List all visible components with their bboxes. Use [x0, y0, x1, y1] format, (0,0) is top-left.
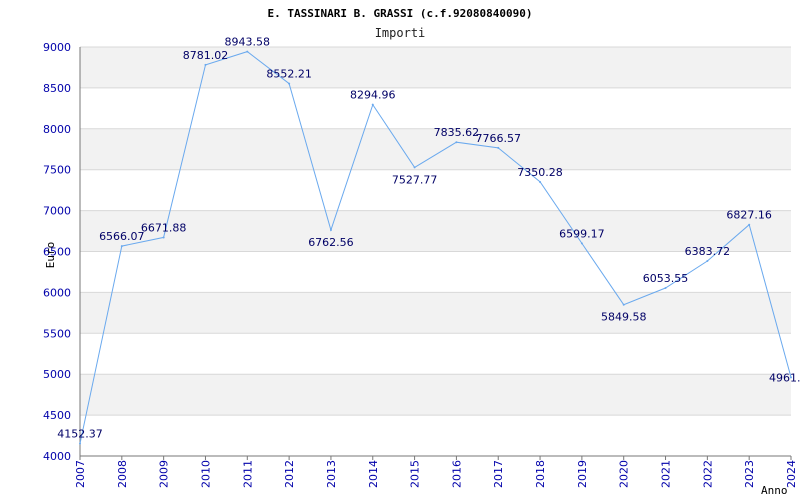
data-label: 5849.58	[601, 311, 647, 324]
data-point	[162, 236, 165, 239]
x-tick-label: 2007	[74, 460, 87, 488]
data-label: 6383.72	[685, 245, 731, 258]
x-tick-labels: 2007 2008 2009 2010 2011 2012 2013 2014 2015 2016…	[74, 460, 798, 488]
data-label: 4152.37	[57, 428, 103, 441]
data-label: 6762.56	[308, 236, 354, 249]
data-label: 7766.57	[475, 132, 521, 145]
data-point	[455, 141, 458, 144]
data-label: 8552.21	[266, 68, 312, 81]
y-tick-label: 4000	[43, 450, 71, 463]
line-chart: E. TASSINARI B. GRASSI (c.f.92080840090)…	[43, 7, 800, 497]
x-tick-label: 2023	[743, 460, 756, 488]
data-label: 8294.96	[350, 89, 396, 102]
y-tick-label: 9000	[43, 41, 71, 54]
x-tick-label: 2015	[409, 460, 422, 488]
x-tick-label: 2014	[367, 460, 380, 488]
data-label: 6599.17	[559, 227, 605, 240]
plot-band	[80, 374, 791, 416]
data-point	[539, 180, 542, 183]
data-point	[288, 82, 291, 85]
data-point	[748, 223, 751, 226]
data-point	[497, 146, 500, 149]
y-tick-label: 5500	[43, 327, 71, 340]
x-tick-label: 2017	[492, 460, 505, 488]
y-tick-label: 6000	[43, 286, 71, 299]
x-tick-label: 2010	[199, 460, 212, 488]
x-tick-label: 2016	[450, 460, 463, 488]
data-point	[664, 287, 667, 290]
data-point	[580, 242, 583, 245]
data-label: 6671.88	[141, 221, 187, 234]
x-tick-label: 2009	[158, 460, 171, 488]
data-point	[120, 245, 123, 248]
x-tick-label: 2020	[618, 460, 631, 488]
y-tick-label: 4500	[43, 409, 71, 422]
data-point	[706, 260, 709, 263]
x-tick-label: 2013	[325, 460, 338, 488]
x-tick-label: 2018	[534, 460, 547, 488]
y-tick-label: 5000	[43, 368, 71, 381]
data-point	[371, 103, 374, 106]
chart-title: E. TASSINARI B. GRASSI (c.f.92080840090)	[268, 7, 533, 20]
data-label: 8781.02	[183, 49, 229, 62]
data-label: 7527.77	[392, 173, 438, 186]
data-label: 6566.07	[99, 230, 145, 243]
data-point	[413, 166, 416, 169]
y-axis-label: Euro	[44, 242, 57, 269]
y-tick-label: 7500	[43, 164, 71, 177]
data-label: 6827.16	[726, 209, 772, 222]
data-label: 8943.58	[225, 36, 271, 49]
data-label: 4961.8	[769, 371, 800, 384]
x-tick-label: 2011	[241, 460, 254, 488]
data-point	[79, 442, 81, 445]
y-tick-label: 8000	[43, 123, 71, 136]
x-tick-label: 2021	[660, 460, 673, 488]
plot-band	[80, 292, 791, 334]
x-tick-label: 2008	[116, 460, 129, 488]
data-label: 6053.55	[643, 272, 689, 285]
data-point	[246, 50, 249, 53]
data-point	[622, 303, 625, 306]
y-tick-label: 7000	[43, 205, 71, 218]
data-point	[204, 63, 207, 66]
x-tick-label: 2012	[283, 460, 296, 488]
x-axis-label: Anno	[761, 484, 788, 497]
x-tick-label: 2022	[701, 460, 714, 488]
data-label: 7350.28	[517, 166, 563, 179]
y-tick-label: 8500	[43, 82, 71, 95]
data-point	[329, 229, 332, 232]
data-label: 7835.62	[434, 126, 480, 139]
chart-subtitle: Importi	[375, 26, 426, 40]
x-tick-label: 2019	[576, 460, 589, 488]
